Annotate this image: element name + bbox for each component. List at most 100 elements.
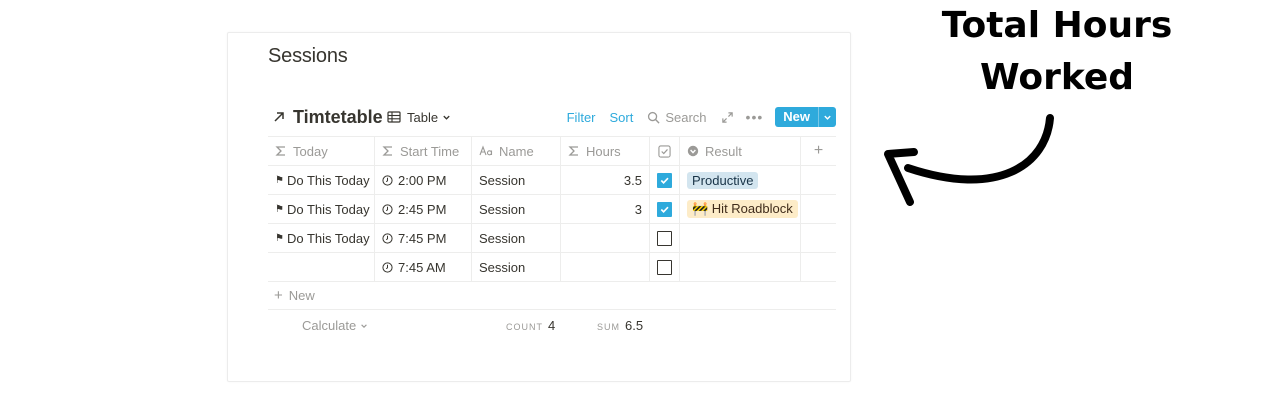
calculation-row: Calculate COUNT 4 SUM 6.5: [268, 310, 836, 340]
cell-today[interactable]: ⚑ Do This Today: [268, 195, 375, 223]
cell-result[interactable]: Productive: [680, 166, 801, 194]
arrow-up-right-icon: [274, 112, 284, 122]
calculate-button[interactable]: Calculate: [302, 318, 368, 333]
column-header-hours[interactable]: Hours: [561, 137, 650, 165]
view-label: Table: [407, 109, 439, 125]
sigma-icon: [568, 146, 578, 156]
chevron-down-icon: [443, 115, 450, 120]
annotation-text: Total Hours Worked: [930, 0, 1184, 104]
add-row-label: New: [288, 288, 315, 303]
count-aggregate[interactable]: COUNT 4: [506, 318, 555, 333]
database-title-link[interactable]: Timtetable: [268, 104, 383, 130]
cell-empty: [801, 166, 836, 194]
table-icon: [387, 111, 401, 123]
sigma-icon: [275, 146, 285, 156]
search-icon: [648, 111, 660, 124]
cell-empty: [801, 195, 836, 223]
chevron-down-icon: [361, 323, 367, 328]
cell-today[interactable]: ⚑ Do This Today: [268, 224, 375, 252]
flag-icon: ⚑: [275, 174, 284, 186]
done-checkbox[interactable]: [657, 230, 672, 246]
column-header-done[interactable]: [650, 137, 680, 165]
text-icon: [479, 145, 493, 156]
done-checkbox[interactable]: [657, 172, 672, 188]
sort-button[interactable]: Sort: [610, 110, 634, 125]
database-table: Today Start Time Name Hours Result + ⚑ D…: [268, 136, 836, 340]
column-header-name[interactable]: Name: [472, 137, 561, 165]
cell-done[interactable]: [650, 195, 680, 223]
cell-name[interactable]: Session: [472, 166, 561, 194]
cell-hours[interactable]: [561, 253, 650, 281]
new-button[interactable]: New: [775, 107, 836, 127]
cell-result[interactable]: [680, 224, 801, 252]
done-checkbox[interactable]: [657, 259, 672, 275]
column-header-today[interactable]: Today: [268, 137, 375, 165]
plus-icon: +: [813, 142, 824, 159]
sum-aggregate[interactable]: SUM 6.5: [597, 318, 643, 333]
curved-arrow-icon: [884, 114, 1054, 206]
select-icon: [687, 145, 699, 157]
sum-label: SUM: [597, 322, 620, 332]
more-icon[interactable]: •••: [746, 109, 764, 125]
clock-icon: [382, 174, 393, 186]
count-label: COUNT: [506, 322, 543, 332]
table-row[interactable]: 7:45 AM Session: [268, 253, 836, 282]
view-switcher[interactable]: Table: [387, 107, 451, 127]
search-button[interactable]: Search: [647, 109, 707, 125]
flag-icon: ⚑: [275, 232, 284, 244]
column-header-start-time[interactable]: Start Time: [375, 137, 472, 165]
filter-button[interactable]: Filter: [567, 110, 596, 125]
new-button-label: New: [783, 109, 810, 124]
cell-name[interactable]: Session: [472, 195, 561, 223]
table-row[interactable]: ⚑ Do This Today 7:45 PM Session: [268, 224, 836, 253]
checkbox-icon: [658, 144, 671, 158]
table-row[interactable]: ⚑ Do This Today 2:45 PM Session 3 🚧 Hit …: [268, 195, 836, 224]
cell-name[interactable]: Session: [472, 253, 561, 281]
cell-start-time[interactable]: 2:00 PM: [375, 166, 472, 194]
check-icon: [660, 177, 669, 184]
cell-done[interactable]: [650, 166, 680, 194]
cell-result[interactable]: [680, 253, 801, 281]
cell-done[interactable]: [650, 253, 680, 281]
table-row[interactable]: ⚑ Do This Today 2:00 PM Session 3.5 Prod…: [268, 166, 836, 195]
cell-hours[interactable]: 3: [561, 195, 650, 223]
annotation-line-2: Worked: [979, 57, 1135, 98]
result-tag: 🚧 Hit Roadblock: [687, 200, 798, 218]
cell-result[interactable]: 🚧 Hit Roadblock: [680, 195, 801, 223]
database-title: Timtetable: [293, 106, 383, 127]
count-value: 4: [548, 318, 556, 333]
cell-start-time[interactable]: 7:45 PM: [375, 224, 472, 252]
table-header-row: Today Start Time Name Hours Result +: [268, 136, 836, 166]
database-toolbar: Filter Sort Search ••• New: [567, 106, 836, 128]
cell-name[interactable]: Session: [472, 224, 561, 252]
sum-value: 6.5: [625, 318, 644, 333]
done-checkbox[interactable]: [657, 201, 672, 217]
add-column-button[interactable]: +: [801, 137, 836, 165]
expand-icon[interactable]: [721, 111, 734, 124]
annotation-line-1: Total Hours: [941, 5, 1173, 46]
page-title: Sessions: [268, 45, 348, 67]
cell-done[interactable]: [650, 224, 680, 252]
sigma-icon: [382, 146, 392, 156]
plus-icon: +: [274, 287, 283, 304]
check-icon: [660, 206, 669, 213]
column-header-result[interactable]: Result: [680, 137, 801, 165]
cell-start-time[interactable]: 2:45 PM: [375, 195, 472, 223]
result-tag: Productive: [687, 171, 759, 189]
add-row-button[interactable]: + New: [268, 282, 836, 310]
flag-icon: ⚑: [275, 203, 284, 215]
chevron-down-icon: [824, 115, 831, 120]
cell-hours[interactable]: 3.5: [561, 166, 650, 194]
database-header: Timtetable Table Filter Sort Search ••• …: [268, 104, 836, 130]
new-dropdown-button[interactable]: [818, 107, 836, 127]
cell-empty: [801, 253, 836, 281]
clock-icon: [382, 261, 393, 273]
cell-empty: [801, 224, 836, 252]
cell-today[interactable]: ⚑ Do This Today: [268, 166, 375, 194]
search-label: Search: [665, 109, 707, 125]
cell-start-time[interactable]: 7:45 AM: [375, 253, 472, 281]
cell-today[interactable]: [268, 253, 375, 281]
clock-icon: [382, 232, 393, 244]
cell-hours[interactable]: [561, 224, 650, 252]
clock-icon: [382, 203, 393, 215]
